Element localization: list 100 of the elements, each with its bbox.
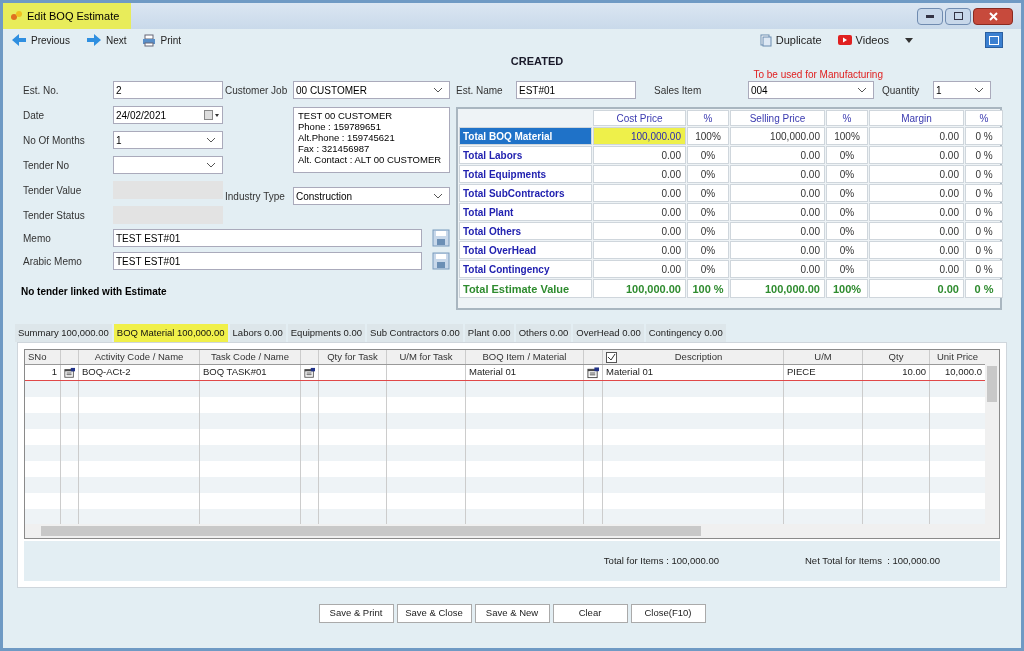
row-label[interactable]: Total Equipments xyxy=(459,165,592,183)
table-cell: 0 % xyxy=(965,203,1003,221)
dropdown-field[interactable]: 00 CUSTOMER xyxy=(293,81,450,99)
row-label[interactable]: Total SubContractors xyxy=(459,184,592,202)
tab[interactable]: Sub Contractors 0.00 xyxy=(367,324,463,342)
lookup-icon[interactable] xyxy=(64,366,75,379)
table-cell: 100,000.00 xyxy=(730,279,825,298)
calendar-icon[interactable] xyxy=(204,110,220,120)
row-label[interactable]: Total Contingency xyxy=(459,260,592,278)
column-header: Unit Price xyxy=(936,350,979,364)
table-cell: 0% xyxy=(687,203,729,221)
row-label[interactable]: Total OverHead xyxy=(459,241,592,259)
dropdown-caret-icon[interactable] xyxy=(206,162,216,168)
toolbar-button[interactable]: Previous xyxy=(11,32,70,48)
table-cell: 0% xyxy=(687,260,729,278)
vertical-scrollbar[interactable] xyxy=(985,350,999,526)
dropdown-field[interactable]: 1 xyxy=(933,81,991,99)
field-label: Est. Name xyxy=(456,83,504,98)
input-field[interactable]: TEST EST#01 xyxy=(113,229,422,247)
minimize-button[interactable] xyxy=(917,7,943,25)
action-button[interactable]: Save & Close xyxy=(396,604,472,623)
field-label: Industry Type xyxy=(225,189,286,204)
table-cell: 100,000.00 xyxy=(730,127,825,145)
table-cell: 0.00 xyxy=(593,146,686,164)
column-header: Margin xyxy=(869,110,964,126)
action-button[interactable]: Save & Print xyxy=(318,604,394,623)
table-cell: 0.00 xyxy=(593,184,686,202)
dropdown-field[interactable]: 004 xyxy=(748,81,874,99)
dropdown-field[interactable] xyxy=(113,156,223,174)
tab[interactable]: Equipments 0.00 xyxy=(287,324,366,342)
toolbar-button[interactable]: Next xyxy=(85,32,127,48)
table-cell: 0.00 xyxy=(593,203,686,221)
restore-button[interactable] xyxy=(985,32,1003,48)
dropdown-caret-icon[interactable] xyxy=(433,87,443,93)
row-label[interactable]: Total Others xyxy=(459,222,592,240)
date-field[interactable]: 24/02/2021 xyxy=(113,106,223,124)
table-cell: 0.00 xyxy=(730,165,825,183)
grid-cell: Material 01 xyxy=(469,365,516,380)
customer-info-line: Phone : 159789651 xyxy=(298,121,382,132)
check-icon xyxy=(607,352,616,362)
table-cell: 0% xyxy=(826,165,868,183)
field-label: No Of Months xyxy=(23,133,86,148)
table-cell: 0% xyxy=(687,184,729,202)
tab[interactable]: BOQ Material 100,000.00 xyxy=(113,324,228,342)
column-header: Task Code / Name xyxy=(210,350,290,364)
table-cell: 100% xyxy=(687,127,729,145)
total-text: Net Total for Items : 100,000.00 xyxy=(805,553,940,568)
table-cell: 0% xyxy=(826,260,868,278)
tab[interactable]: Labors 0.00 xyxy=(229,324,286,342)
input-field[interactable]: TEST EST#01 xyxy=(113,252,422,270)
field-label: Est. No. xyxy=(23,83,60,98)
dropdown-caret-icon[interactable] xyxy=(857,87,867,93)
table-cell: 0.00 xyxy=(593,222,686,240)
table-cell: 0 % xyxy=(965,184,1003,202)
table-cell: 0% xyxy=(826,241,868,259)
column-header: SNo xyxy=(28,350,47,364)
grid-cell: PIECE xyxy=(787,365,816,380)
table-cell: 0.00 xyxy=(593,165,686,183)
checkbox[interactable] xyxy=(606,351,617,363)
table-cell: 0% xyxy=(687,222,729,240)
right-arrow-icon xyxy=(85,33,102,47)
tab[interactable]: OverHead 0.00 xyxy=(573,324,644,342)
row-label[interactable]: Total Plant xyxy=(459,203,592,221)
toolbar-button[interactable]: Print xyxy=(142,32,182,48)
table-cell: 0 % xyxy=(965,127,1003,145)
table-cell: 0% xyxy=(826,222,868,240)
column-header: Cost Price xyxy=(593,110,686,126)
row-label[interactable]: Total BOQ Material xyxy=(459,127,592,145)
field-label: Tender Status xyxy=(23,208,86,223)
tab[interactable]: Plant 0.00 xyxy=(464,324,514,342)
close-button[interactable] xyxy=(973,7,1013,25)
toolbar-button[interactable]: Duplicate xyxy=(759,31,822,49)
column-header: U/M for Task xyxy=(399,350,453,364)
dropdown-caret-icon[interactable] xyxy=(433,193,443,199)
app-icon xyxy=(11,11,23,21)
column-header: Selling Price xyxy=(730,110,825,126)
dropdown-caret-icon[interactable] xyxy=(974,87,984,93)
field-label: Quantity xyxy=(882,83,921,98)
input-field[interactable]: EST#01 xyxy=(516,81,636,99)
action-button[interactable]: Save & New xyxy=(474,604,550,623)
dropdown-field[interactable]: 1 xyxy=(113,131,223,149)
toolbar-button[interactable]: Videos xyxy=(837,31,889,49)
table-cell: 0.00 xyxy=(869,184,964,202)
tab[interactable]: Others 0.00 xyxy=(515,324,572,342)
action-button[interactable]: Close(F10) xyxy=(630,604,706,623)
row-label: Total Estimate Value xyxy=(459,279,592,298)
input-field[interactable]: 2 xyxy=(113,81,223,99)
lookup-icon[interactable] xyxy=(587,366,599,379)
dropdown-caret-icon[interactable] xyxy=(905,37,913,43)
dropdown-field[interactable]: Construction xyxy=(293,187,450,205)
customer-info-line: Alt. Contact : ALT 00 CUSTOMER xyxy=(298,154,443,165)
maximize-button[interactable] xyxy=(945,7,971,25)
action-button[interactable]: Clear xyxy=(552,604,628,623)
field-label: Memo xyxy=(23,231,52,246)
lookup-icon[interactable] xyxy=(304,366,315,379)
table-cell: 0.00 xyxy=(593,260,686,278)
row-label[interactable]: Total Labors xyxy=(459,146,592,164)
tab[interactable]: Summary 100,000.00 xyxy=(15,324,112,342)
dropdown-caret-icon[interactable] xyxy=(206,137,216,143)
tab[interactable]: Contingency 0.00 xyxy=(645,324,726,342)
